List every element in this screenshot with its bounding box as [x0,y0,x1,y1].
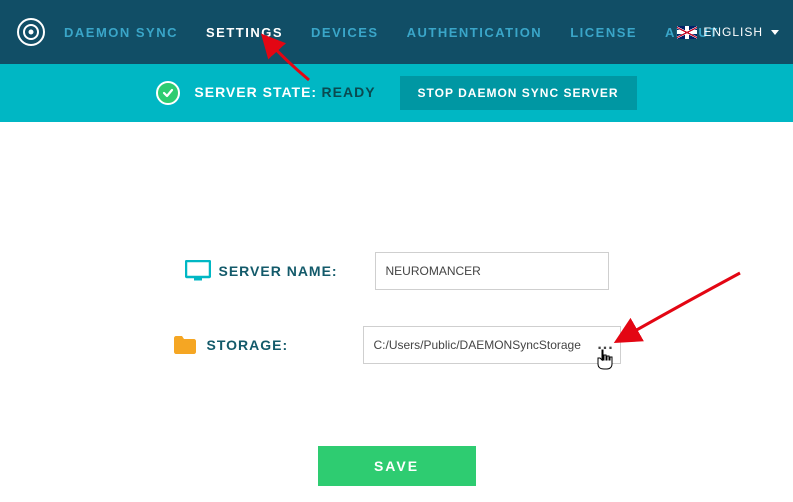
chevron-down-icon [771,30,779,35]
server-state-label: SERVER STATE: [194,84,317,100]
server-name-row: SERVER NAME: [185,252,609,290]
navbar: DAEMON SYNC SETTINGS DEVICES AUTHENTICAT… [0,0,793,64]
nav-links: DAEMON SYNC SETTINGS DEVICES AUTHENTICAT… [64,25,783,40]
nav-license[interactable]: LICENSE [570,25,637,40]
monitor-icon [185,260,219,282]
app-logo-icon [16,17,46,47]
save-button[interactable]: SAVE [318,446,476,486]
nav-settings[interactable]: SETTINGS [206,25,283,40]
storage-row: STORAGE: ... [173,326,621,364]
server-name-input[interactable] [375,252,609,290]
status-bar: SERVER STATE: READY STOP DAEMON SYNC SER… [0,64,793,122]
server-state-value: READY [322,84,376,100]
folder-icon [173,335,207,355]
storage-label: STORAGE: [207,337,363,353]
server-name-label: SERVER NAME: [219,263,375,279]
nav-authentication[interactable]: AUTHENTICATION [407,25,543,40]
language-selector[interactable]: ENGLISH [677,25,779,39]
browse-button[interactable]: ... [592,340,620,350]
language-label: ENGLISH [703,25,763,39]
settings-form: SERVER NAME: STORAGE: ... [0,122,793,400]
check-circle-icon [156,81,180,105]
storage-input-wrap: ... [363,326,621,364]
nav-daemon-sync[interactable]: DAEMON SYNC [64,25,178,40]
nav-devices[interactable]: DEVICES [311,25,379,40]
storage-input[interactable] [364,327,592,363]
stop-server-button[interactable]: STOP DAEMON SYNC SERVER [400,76,637,110]
uk-flag-icon [677,26,697,39]
